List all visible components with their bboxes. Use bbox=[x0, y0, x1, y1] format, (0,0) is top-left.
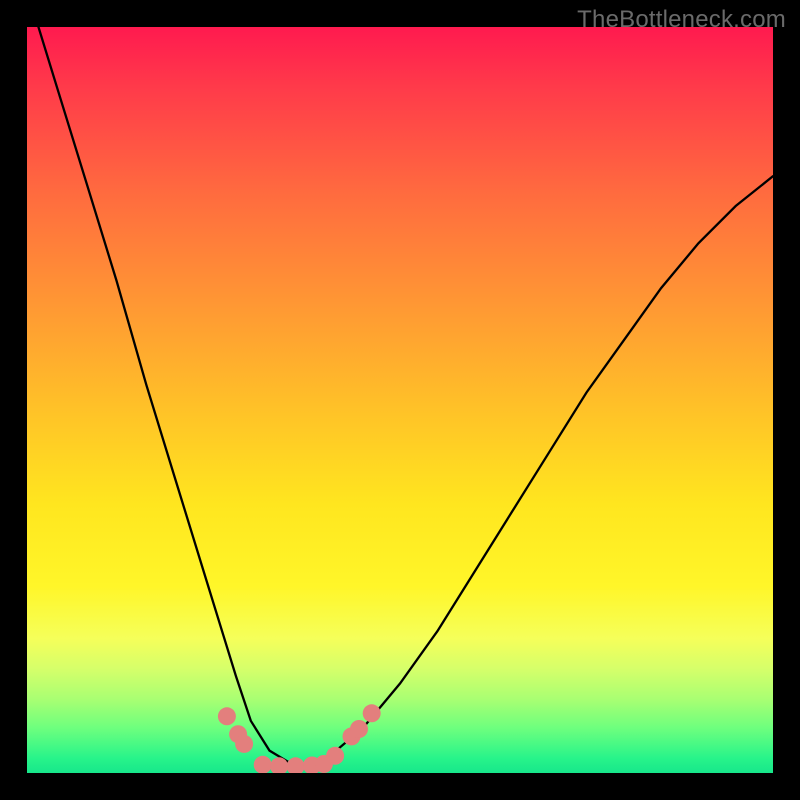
curve-marker bbox=[326, 747, 344, 765]
curve-marker bbox=[235, 735, 253, 753]
curve-marker bbox=[254, 756, 272, 773]
curve-marker bbox=[363, 704, 381, 722]
chart-frame: TheBottleneck.com bbox=[0, 0, 800, 800]
curve-marker bbox=[287, 757, 305, 773]
chart-svg bbox=[27, 27, 773, 773]
curve-marker bbox=[350, 720, 368, 738]
curve-path bbox=[27, 27, 773, 764]
curve-marker bbox=[218, 707, 236, 725]
marker-group bbox=[218, 704, 381, 773]
plot-area bbox=[27, 27, 773, 773]
